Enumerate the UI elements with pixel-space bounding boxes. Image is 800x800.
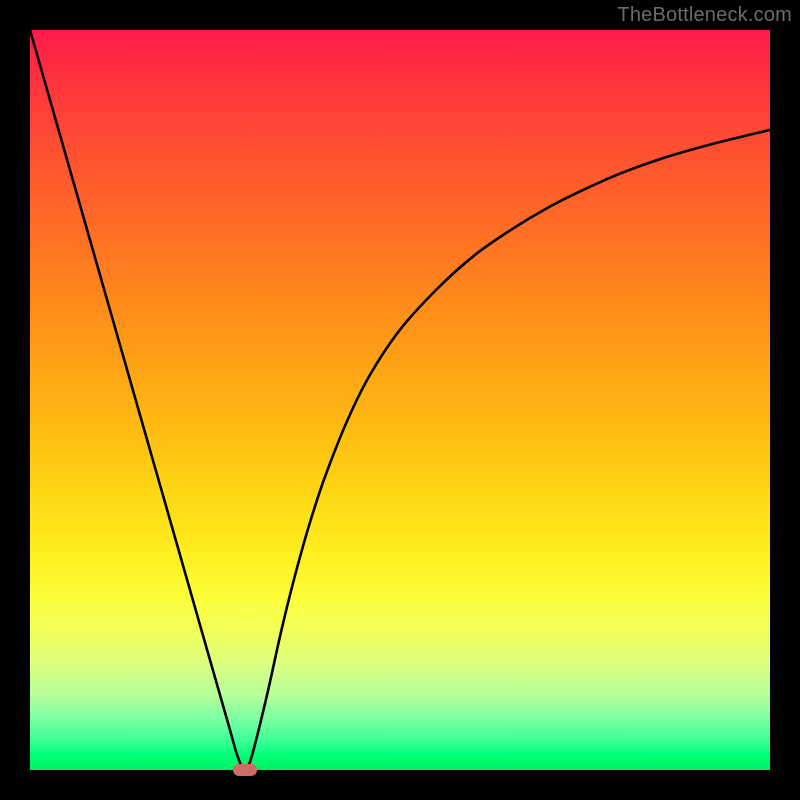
min-marker	[233, 764, 257, 776]
plot-area	[30, 30, 770, 770]
curve-path	[30, 30, 770, 770]
curve-layer	[30, 30, 770, 770]
chart-frame: TheBottleneck.com	[0, 0, 800, 800]
watermark-text: TheBottleneck.com	[617, 4, 792, 27]
